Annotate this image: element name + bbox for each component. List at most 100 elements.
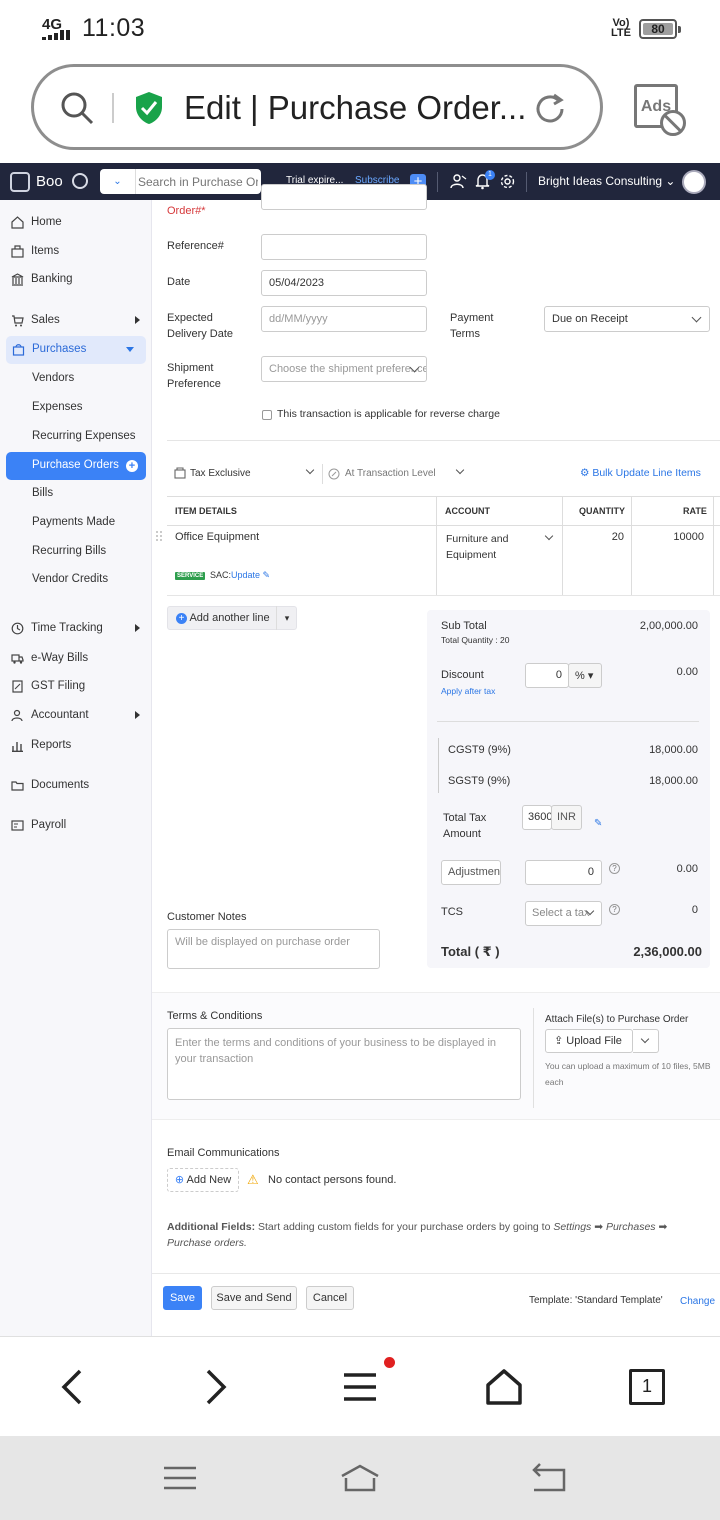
forward-icon[interactable] — [196, 1367, 236, 1407]
sidebar-item-reports[interactable]: Reports — [0, 732, 152, 760]
sidebar-item-home[interactable]: Home — [0, 209, 152, 237]
rate-field[interactable]: 10000 — [642, 531, 704, 543]
item-name[interactable]: Office Equipment — [175, 531, 259, 543]
sidebar-item-purchase-orders[interactable]: Purchase Orders + — [6, 452, 146, 480]
sgst-label: SGST9 (9%) — [448, 775, 511, 787]
sidebar-item-payroll[interactable]: Payroll — [0, 812, 152, 840]
tax-mode-select[interactable]: Tax Exclusive — [190, 464, 318, 484]
total-tax-field[interactable]: 36000 — [522, 805, 552, 830]
quantity-field[interactable]: 20 — [572, 531, 624, 543]
adjustment-value-field[interactable]: 0 — [525, 860, 602, 885]
avatar[interactable] — [682, 170, 706, 194]
bar-chart-icon — [12, 742, 23, 752]
back-icon[interactable] — [528, 1458, 568, 1498]
cancel-button[interactable]: Cancel — [306, 1286, 354, 1310]
edit-icon: ✎ — [262, 570, 271, 580]
discount-unit-select[interactable]: % ▾ — [568, 663, 602, 688]
payment-terms-select[interactable]: Due on Receipt — [544, 306, 710, 332]
add-line-dropdown[interactable]: ▾ — [276, 606, 297, 630]
sidebar-item-eway-bills[interactable]: e-Way Bills — [0, 645, 152, 673]
sidebar-item-time-tracking[interactable]: Time Tracking — [0, 615, 152, 643]
drag-handle-icon[interactable] — [155, 530, 163, 542]
upload-file-button[interactable]: ⇪ Upload File — [545, 1029, 633, 1053]
change-template-link[interactable]: Change — [680, 1294, 715, 1310]
expected-delivery-field[interactable]: dd/MM/yyyy — [261, 306, 427, 332]
recent-history-icon[interactable] — [72, 173, 88, 189]
column-header-rate: RATE — [683, 506, 707, 516]
sidebar-item-banking[interactable]: Banking — [0, 266, 152, 294]
menu-icon[interactable] — [340, 1367, 380, 1407]
home-icon[interactable] — [340, 1458, 380, 1498]
save-and-send-button[interactable]: Save and Send — [211, 1286, 297, 1310]
sidebar-item-label: Accountant — [31, 709, 89, 721]
volte-icon: Vo) LTE — [611, 17, 631, 39]
sidebar-item-payments-made[interactable]: Payments Made — [0, 509, 152, 537]
tax-level-select[interactable]: At Transaction Level — [345, 464, 469, 484]
adjustment-label-field[interactable]: Adjustment — [441, 860, 501, 885]
org-name[interactable]: Boo — [36, 173, 63, 190]
plus-circle-icon: ⊕ — [174, 1174, 185, 1186]
users-icon[interactable] — [450, 173, 467, 190]
sidebar-item-vendor-credits[interactable]: Vendor Credits — [0, 566, 152, 594]
status-bar: 4G 11:03 Vo) LTE 80 — [0, 0, 720, 58]
help-icon[interactable]: ? — [609, 863, 620, 874]
browser-address-bar[interactable]: Edit | Purchase Order... — [31, 64, 603, 150]
terms-field[interactable]: Enter the terms and conditions of your b… — [167, 1028, 521, 1100]
date-field[interactable]: 05/04/2023 — [261, 270, 427, 296]
sac-label: SAC: — [210, 570, 232, 580]
recent-apps-icon[interactable] — [160, 1458, 200, 1498]
help-icon[interactable]: ? — [609, 904, 620, 915]
account-select[interactable]: Furniture and Equipment — [446, 531, 546, 563]
sidebar-item-documents[interactable]: Documents — [0, 772, 152, 800]
reference-field[interactable] — [261, 234, 427, 260]
upload-icon: ⇪ — [554, 1035, 564, 1047]
reload-icon[interactable] — [532, 91, 568, 127]
sidebar-item-recurring-expenses[interactable]: Recurring Expenses — [0, 423, 152, 451]
shipment-preference-select[interactable]: Choose the shipment preference — [261, 356, 427, 382]
payroll-icon — [11, 820, 24, 831]
search-icon[interactable] — [60, 91, 94, 125]
sidebar-item-items[interactable]: Items — [0, 238, 152, 266]
add-purchase-order-icon[interactable]: + — [126, 460, 138, 472]
tabs-button[interactable]: 1 — [629, 1369, 665, 1405]
add-contact-button[interactable]: ⊕ Add New — [167, 1168, 239, 1192]
total-tax-label: Total Tax Amount — [443, 812, 487, 840]
upload-options-dropdown[interactable] — [633, 1029, 659, 1053]
search-scope-dropdown[interactable]: ⌄ — [100, 169, 136, 194]
home-icon[interactable] — [484, 1367, 524, 1407]
sidebar-item-vendors[interactable]: Vendors — [0, 365, 152, 393]
company-name: Bright Ideas Consulting — [538, 174, 663, 188]
sidebar-item-sales[interactable]: Sales — [0, 307, 152, 335]
company-switcher[interactable]: Bright Ideas Consulting ⌄ — [538, 174, 675, 188]
order-number-field[interactable] — [261, 184, 427, 210]
sidebar-item-expenses[interactable]: Expenses — [0, 394, 152, 422]
sidebar-item-bills[interactable]: Bills — [0, 480, 152, 508]
percent-circle-icon — [328, 468, 340, 480]
sidebar-item-label: Purchase Orders — [32, 459, 119, 471]
search-input[interactable] — [138, 172, 258, 191]
email-communications-label: Email Communications — [167, 1147, 280, 1159]
edit-tax-icon[interactable]: ✎ — [594, 818, 602, 829]
sac-update-link[interactable]: Update ✎ — [231, 570, 270, 581]
books-logo-icon[interactable] — [10, 172, 30, 192]
reverse-charge-checkbox[interactable] — [262, 410, 272, 420]
sidebar-item-label: Home — [31, 216, 62, 228]
customer-notes-field[interactable]: Will be displayed on purchase order — [167, 929, 380, 969]
order-number-label: Order#* — [167, 205, 206, 217]
bulk-update-link[interactable]: ⚙ Bulk Update Line Items — [580, 467, 701, 479]
discount-field[interactable]: 0 — [525, 663, 569, 688]
apply-after-tax-link[interactable]: Apply after tax — [441, 686, 495, 696]
sidebar-item-accountant[interactable]: Accountant — [0, 702, 152, 730]
sidebar-item-purchases[interactable]: Purchases — [6, 336, 146, 364]
ad-block-button[interactable]: Ads — [634, 84, 688, 136]
signal-icon — [42, 30, 72, 40]
tcs-amount: 0 — [691, 904, 698, 916]
sidebar-item-gst-filing[interactable]: GST Filing — [0, 673, 152, 701]
sidebar: Home Items Banking Sales Purchases Vendo… — [0, 200, 152, 1336]
back-icon[interactable] — [52, 1367, 92, 1407]
sidebar-item-recurring-bills[interactable]: Recurring Bills — [0, 538, 152, 566]
payment-terms-label: Payment Terms — [450, 312, 494, 340]
gear-icon[interactable] — [499, 173, 516, 190]
chevron-down-icon — [305, 465, 315, 475]
save-button[interactable]: Save — [163, 1286, 202, 1310]
